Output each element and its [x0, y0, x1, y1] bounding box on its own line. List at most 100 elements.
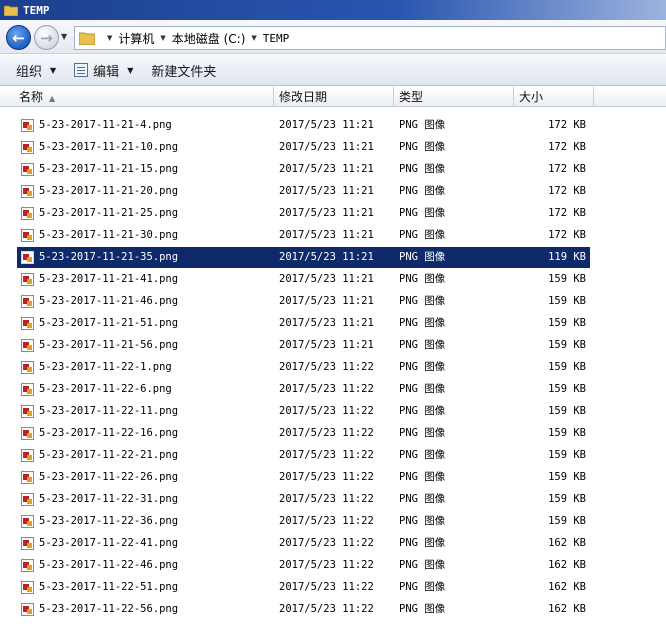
file-row[interactable]: 5-23-2017-11-21-20.png 2017/5/23 11:21 PNG…: [17, 181, 590, 202]
file-row[interactable]: 5-23-2017-11-21-46.png 2017/5/23 11:21 PNG…: [17, 291, 590, 312]
organize-button[interactable]: 组织 ▼: [12, 58, 60, 82]
file-type: PNG 图像: [399, 405, 446, 417]
file-row[interactable]: 5-23-2017-11-22-46.png 2017/5/23 11:22 PNG…: [17, 555, 590, 576]
file-date: 2017/5/23 11:21: [279, 273, 374, 285]
recent-pages-dropdown[interactable]: ▼: [61, 32, 67, 41]
chevron-down-icon[interactable]: ▼: [107, 34, 112, 42]
column-header-date-label: 修改日期: [279, 90, 328, 104]
png-file-icon: [21, 295, 34, 308]
file-date: 2017/5/23 11:21: [279, 163, 374, 175]
file-name: 5-23-2017-11-22-41.png: [39, 537, 179, 549]
address-bar[interactable]: ▼ 计算机 ▼ 本地磁盘 (C:) ▼ TEMP: [74, 26, 666, 50]
column-header-size[interactable]: 大小: [514, 87, 594, 107]
navigation-bar: ← → ▼ ▼ 计算机 ▼ 本地磁盘 (C:) ▼ TEMP: [0, 20, 666, 54]
file-name: 5-23-2017-11-22-46.png: [39, 559, 179, 571]
file-name: 5-23-2017-11-21-15.png: [39, 163, 179, 175]
folder-icon: [3, 4, 19, 17]
breadcrumb-computer[interactable]: 计算机: [118, 30, 154, 47]
file-row[interactable]: 5-23-2017-11-22-1.png 2017/5/23 11:22 PNG …: [17, 357, 590, 378]
file-date: 2017/5/23 11:22: [279, 449, 374, 461]
chevron-down-icon: ▼: [127, 65, 134, 75]
png-file-icon: [21, 339, 34, 352]
file-type: PNG 图像: [399, 339, 446, 351]
chevron-down-icon[interactable]: ▼: [251, 34, 256, 42]
file-row[interactable]: 5-23-2017-11-22-16.png 2017/5/23 11:22 PNG…: [17, 423, 590, 444]
png-file-icon: [21, 229, 34, 242]
file-size: 159 KB: [548, 383, 586, 395]
title-bar[interactable]: TEMP: [0, 0, 666, 20]
png-file-icon: [21, 119, 34, 132]
file-row[interactable]: 5-23-2017-11-21-25.png 2017/5/23 11:21 PNG…: [17, 203, 590, 224]
file-date: 2017/5/23 11:22: [279, 559, 374, 571]
file-row[interactable]: 5-23-2017-11-21-35.png 2017/5/23 11:21 PNG…: [17, 247, 590, 268]
column-header-name[interactable]: 名称 ▲: [14, 87, 274, 107]
edit-icon: [74, 63, 89, 77]
breadcrumb-local-disk[interactable]: 本地磁盘 (C:): [172, 30, 246, 47]
file-size: 159 KB: [548, 515, 586, 527]
command-bar: 组织 ▼ 编辑 ▼ 新建文件夹: [0, 55, 666, 86]
file-name: 5-23-2017-11-21-10.png: [39, 141, 179, 153]
file-size: 159 KB: [548, 339, 586, 351]
file-name: 5-23-2017-11-21-25.png: [39, 207, 179, 219]
column-header-size-label: 大小: [519, 90, 544, 104]
file-date: 2017/5/23 11:22: [279, 603, 374, 615]
file-date: 2017/5/23 11:21: [279, 339, 374, 351]
png-file-icon: [21, 251, 34, 264]
png-file-icon: [21, 317, 34, 330]
chevron-down-icon[interactable]: ▼: [160, 34, 165, 42]
column-header-date[interactable]: 修改日期: [274, 87, 394, 107]
file-row[interactable]: 5-23-2017-11-22-41.png 2017/5/23 11:22 PNG…: [17, 533, 590, 554]
breadcrumb-temp[interactable]: TEMP: [263, 32, 290, 45]
png-file-icon: [21, 361, 34, 374]
file-date: 2017/5/23 11:21: [279, 251, 374, 263]
new-folder-button[interactable]: 新建文件夹: [147, 58, 220, 82]
file-type: PNG 图像: [399, 185, 446, 197]
file-row[interactable]: 5-23-2017-11-22-26.png 2017/5/23 11:22 PNG…: [17, 467, 590, 488]
file-name: 5-23-2017-11-22-31.png: [39, 493, 179, 505]
file-name: 5-23-2017-11-22-36.png: [39, 515, 179, 527]
file-date: 2017/5/23 11:21: [279, 119, 374, 131]
file-row[interactable]: 5-23-2017-11-22-51.png 2017/5/23 11:22 PNG…: [17, 577, 590, 598]
file-row[interactable]: 5-23-2017-11-21-56.png 2017/5/23 11:21 PNG…: [17, 335, 590, 356]
file-name: 5-23-2017-11-22-56.png: [39, 603, 179, 615]
chevron-down-icon: ▼: [61, 32, 68, 41]
column-header-type-label: 类型: [399, 90, 424, 104]
column-header-type[interactable]: 类型: [394, 87, 514, 107]
file-name: 5-23-2017-11-21-56.png: [39, 339, 179, 351]
file-size: 159 KB: [548, 317, 586, 329]
file-row[interactable]: 5-23-2017-11-22-31.png 2017/5/23 11:22 PNG…: [17, 489, 590, 510]
file-type: PNG 图像: [399, 207, 446, 219]
file-size: 159 KB: [548, 493, 586, 505]
file-row[interactable]: 5-23-2017-11-22-56.png 2017/5/23 11:22 PNG…: [17, 599, 590, 620]
file-size: 159 KB: [548, 273, 586, 285]
edit-button[interactable]: 编辑 ▼: [70, 58, 137, 82]
file-row[interactable]: 5-23-2017-11-22-21.png 2017/5/23 11:22 PNG…: [17, 445, 590, 466]
file-row[interactable]: 5-23-2017-11-21-10.png 2017/5/23 11:21 PNG…: [17, 137, 590, 158]
back-button[interactable]: ←: [6, 25, 31, 50]
file-type: PNG 图像: [399, 251, 446, 263]
file-type: PNG 图像: [399, 119, 446, 131]
forward-button[interactable]: →: [34, 25, 59, 50]
sort-ascending-icon: ▲: [49, 94, 56, 103]
file-type: PNG 图像: [399, 449, 446, 461]
file-size: 162 KB: [548, 559, 586, 571]
file-size: 172 KB: [548, 119, 586, 131]
file-name: 5-23-2017-11-21-35.png: [39, 251, 179, 263]
file-size: 172 KB: [548, 229, 586, 241]
file-name: 5-23-2017-11-21-51.png: [39, 317, 179, 329]
file-row[interactable]: 5-23-2017-11-22-6.png 2017/5/23 11:22 PNG …: [17, 379, 590, 400]
png-file-icon: [21, 141, 34, 154]
png-file-icon: [21, 559, 34, 572]
png-file-icon: [21, 207, 34, 220]
file-row[interactable]: 5-23-2017-11-22-11.png 2017/5/23 11:22 PNG…: [17, 401, 590, 422]
file-date: 2017/5/23 11:22: [279, 537, 374, 549]
file-row[interactable]: 5-23-2017-11-21-51.png 2017/5/23 11:21 PNG…: [17, 313, 590, 334]
file-row[interactable]: 5-23-2017-11-21-30.png 2017/5/23 11:21 PNG…: [17, 225, 590, 246]
file-name: 5-23-2017-11-21-41.png: [39, 273, 179, 285]
file-row[interactable]: 5-23-2017-11-21-41.png 2017/5/23 11:21 PNG…: [17, 269, 590, 290]
file-type: PNG 图像: [399, 603, 446, 615]
file-type: PNG 图像: [399, 141, 446, 153]
file-row[interactable]: 5-23-2017-11-21-15.png 2017/5/23 11:21 PNG…: [17, 159, 590, 180]
file-row[interactable]: 5-23-2017-11-22-36.png 2017/5/23 11:22 PNG…: [17, 511, 590, 532]
file-row[interactable]: 5-23-2017-11-21-4.png 2017/5/23 11:21 PNG …: [17, 115, 590, 136]
